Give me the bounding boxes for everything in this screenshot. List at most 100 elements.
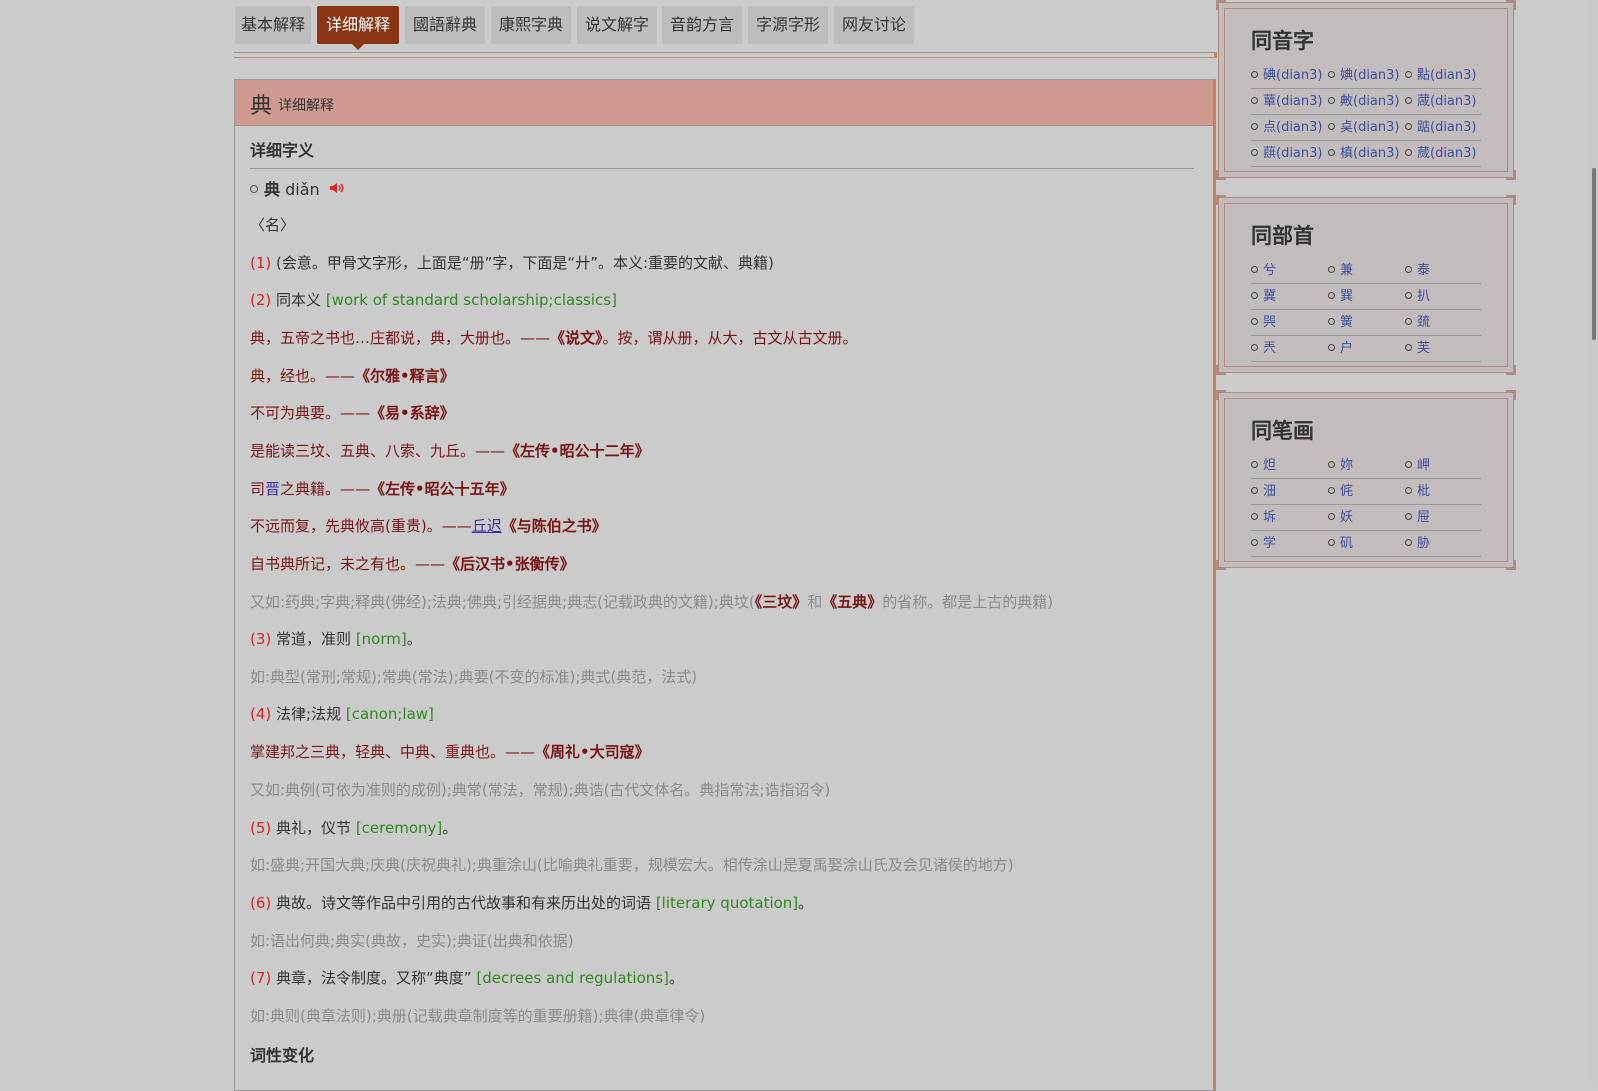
stroke-char-link[interactable]: 胁	[1405, 531, 1481, 556]
section-title: 词性变化	[250, 1046, 315, 1065]
tab-kangxi[interactable]: 康熙字典	[491, 6, 571, 44]
quotation: 是能读三坟、五典、八索、九丘。——《左传•昭公十二年》	[250, 440, 650, 461]
sense-english: [norm]	[355, 630, 407, 648]
example-text: 的省称。都是上古的典籍)	[882, 593, 1054, 611]
sense-definition: 典章，法令制度。又称“典度”	[276, 969, 472, 987]
homophone-link[interactable]: 婰(dian3)	[1328, 63, 1404, 88]
quote-source: 《左传•昭公十五年》	[370, 480, 515, 498]
homophone-link[interactable]: 奌(dian3)	[1328, 115, 1404, 140]
quote-text: 不可为典要。——	[250, 404, 371, 422]
sense-english: [literary quotation]	[655, 894, 799, 912]
tab-shuowen[interactable]: 说文解字	[577, 6, 657, 44]
quote-link[interactable]: 晋	[265, 480, 280, 498]
radical-char-link[interactable]: 黉	[1328, 310, 1404, 335]
homophone-link[interactable]: 蕻(dian3)	[1251, 141, 1327, 166]
homophone-link[interactable]: 蒇(dian3)	[1405, 141, 1481, 166]
homophone-link[interactable]: 槙(dian3)	[1328, 141, 1404, 166]
sense-english: [decrees and regulations]	[476, 969, 669, 987]
homophone-link[interactable]: 蒧(dian3)	[1405, 89, 1481, 114]
tab-guoyu[interactable]: 國語辭典	[405, 6, 485, 44]
stroke-char-link[interactable]: 矶	[1328, 531, 1404, 556]
same-strokes-title: 同笔画	[1251, 419, 1314, 443]
stroke-char-link[interactable]: 侂	[1328, 479, 1404, 504]
sense-number: (4)	[250, 705, 272, 723]
stroke-char-link[interactable]: 炟	[1251, 453, 1327, 478]
page-scrollbar[interactable]	[1590, 0, 1598, 1081]
quotation: 司晋之典籍。——《左传•昭公十五年》	[250, 478, 515, 499]
sense-english: [canon;law]	[345, 705, 434, 723]
stroke-char-link[interactable]: 妖	[1328, 505, 1404, 530]
tab-dialect[interactable]: 音韵方言	[662, 6, 742, 44]
quote-source: 《易•系辞》	[370, 404, 455, 422]
radical-char-link[interactable]: 户	[1328, 336, 1404, 361]
quote-text: 不远而复，先典攸高(重贵)。——	[250, 517, 472, 535]
stroke-char-link[interactable]: 妳	[1328, 453, 1404, 478]
quote-text: 典，经也。——	[250, 367, 356, 385]
stroke-char-link[interactable]: 沺	[1251, 479, 1327, 504]
quote-text: 典，五帝之书也…庄都说，典，大册也。——	[250, 329, 551, 347]
quotation: 自书典所记，未之有也。——《后汉书•张衡传》	[250, 553, 575, 574]
scrollbar-thumb[interactable]	[1592, 168, 1596, 340]
radical-char-link[interactable]: 巺	[1251, 310, 1327, 335]
same-radical-title: 同部首	[1251, 224, 1314, 248]
sense-definition: 常道，准则	[276, 630, 352, 648]
quote-source: 《说文》	[550, 329, 603, 347]
radical-char-link[interactable]: 兲	[1251, 336, 1327, 361]
example: 如:盛典;开国大典;庆典(庆祝典礼);典重涂山(比喻典礼重要，规模宏大。相传涂山…	[250, 856, 1014, 874]
example: 如:典型(常刑;常规);常典(常法);典要(不变的标准);典式(典范，法式)	[250, 668, 698, 686]
tab-detailed[interactable]: 详细解释	[317, 6, 399, 50]
radical-char-link[interactable]: 巯	[1405, 310, 1481, 335]
homophone-link[interactable]: 敟(dian3)	[1328, 89, 1404, 114]
quotation: 掌建邦之三典，轻典、中典、重典也。——《周礼•大司寇》	[250, 741, 650, 762]
quote-text: 掌建邦之三典，轻典、中典、重典也。——	[250, 743, 536, 761]
tab-basic[interactable]: 基本解释	[235, 6, 311, 44]
radical-char-link[interactable]: 泰	[1405, 258, 1481, 283]
quote-text: 自书典所记，未之有也。——	[250, 555, 446, 573]
sense-definition: 典礼，仪节	[276, 819, 352, 837]
radical-char-link[interactable]: 扒	[1405, 284, 1481, 309]
sense-7: (7) 典章，法令制度。又称“典度” [decrees and regulati…	[250, 967, 684, 988]
sense-4: (4) 法律;法规 [canon;law]	[250, 703, 434, 724]
sense-number: (2)	[250, 291, 272, 309]
quote-source: 《后汉书•张衡传》	[445, 555, 575, 573]
stroke-char-link[interactable]: 岬	[1405, 453, 1481, 478]
tab-etymology[interactable]: 字源字形	[748, 6, 828, 44]
radical-char-link[interactable]: 兮	[1251, 258, 1327, 283]
sense-definition: 典故。诗文等作品中引用的古代故事和有来历出处的词语	[276, 894, 652, 912]
radical-char-link[interactable]: 芙	[1405, 336, 1481, 361]
example: 如:典则(典章法则);典册(记载典章制度等的重要册籍);典律(典章律令)	[250, 1007, 706, 1025]
sense-number: (1)	[250, 254, 272, 272]
sense-number: (7)	[250, 969, 272, 987]
quote-text: 是能读三坟、五典、八索、九丘。——	[250, 442, 506, 460]
quotation: 典，经也。——《尔雅•释言》	[250, 365, 455, 386]
stroke-char-link[interactable]: 学	[1251, 531, 1327, 556]
homophone-link[interactable]: 踮(dian3)	[1405, 115, 1481, 140]
homophone-link[interactable]: 蕇(dian3)	[1251, 89, 1327, 114]
stroke-char-link[interactable]: 屉	[1405, 505, 1481, 530]
sense-punct: 。	[668, 969, 684, 987]
homophone-link[interactable]: 点(dian3)	[1251, 115, 1327, 140]
homophones-title: 同音字	[1251, 29, 1314, 53]
example-text: 和	[807, 593, 823, 611]
radical-char-link[interactable]: 巽	[1328, 284, 1404, 309]
speaker-icon[interactable]	[329, 180, 345, 199]
quotation: 不远而复，先典攸高(重贵)。——丘迟《与陈伯之书》	[250, 515, 607, 536]
sense-5: (5) 典礼，仪节 [ceremony]。	[250, 817, 457, 838]
example-source: 《五典》	[822, 593, 883, 611]
tab-discussion[interactable]: 网友讨论	[834, 6, 914, 44]
homophone-link[interactable]: 點(dian3)	[1405, 63, 1481, 88]
section-divider	[250, 168, 1194, 169]
quote-source: 《尔雅•释言》	[355, 367, 455, 385]
sense-definition: (会意。甲骨文字形，上面是“册”字，下面是“廾”。本义:重要的文献、典籍)	[276, 254, 774, 272]
stroke-char-link[interactable]: 坼	[1251, 505, 1327, 530]
radical-char-link[interactable]: 冀	[1251, 284, 1327, 309]
author-link[interactable]: 丘迟	[472, 517, 502, 535]
panel-character: 典	[250, 94, 273, 119]
homophone-link[interactable]: 碘(dian3)	[1251, 63, 1327, 88]
stroke-char-link[interactable]: 枇	[1405, 479, 1481, 504]
radical-char-link[interactable]: 兼	[1328, 258, 1404, 283]
sense-punct: 。	[406, 630, 422, 648]
quote-note: 。按，谓从册，从大，古文从古文册。	[602, 329, 858, 347]
sense-number: (3)	[250, 630, 272, 648]
panel-subtitle: 详细解释	[278, 98, 334, 114]
